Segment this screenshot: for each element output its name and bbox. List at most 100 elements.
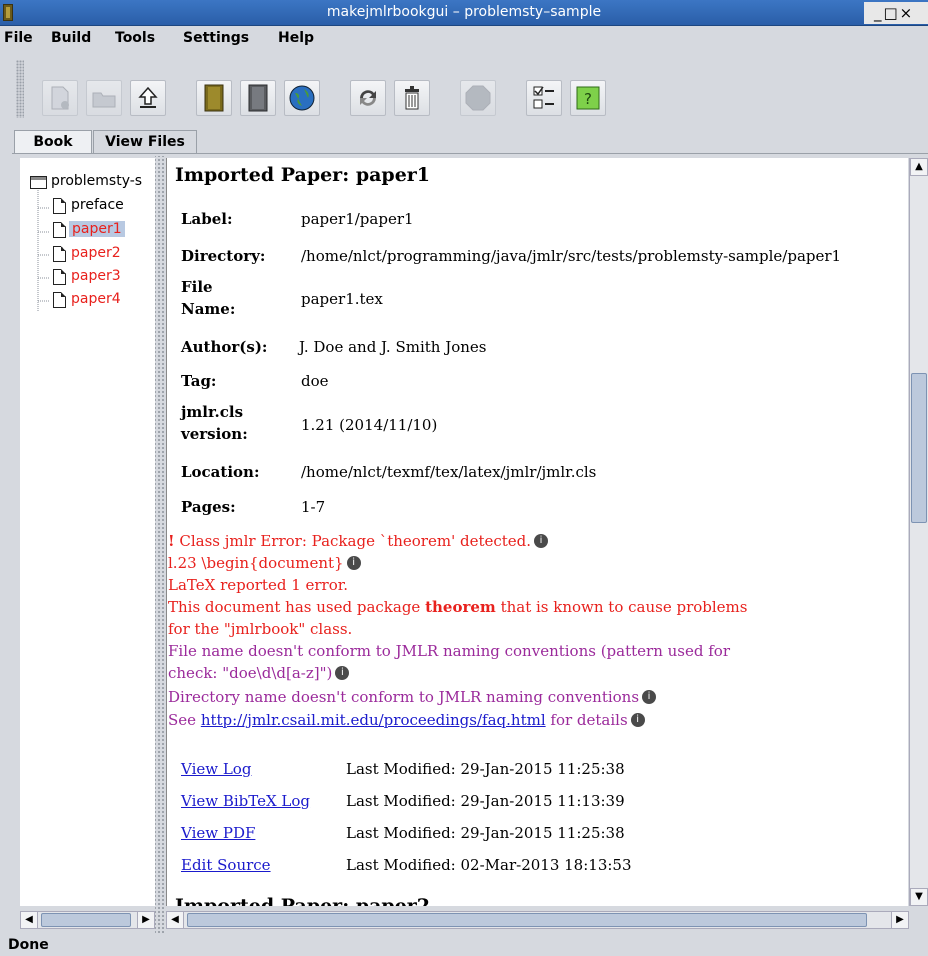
- title-bar: makejmlrbookgui – problemsty–sample _□×: [0, 0, 928, 26]
- info-icon[interactable]: i: [534, 534, 549, 548]
- status-text: Done: [8, 937, 49, 953]
- window-title: makejmlrbookgui – problemsty–sample: [326, 4, 602, 20]
- help-button[interactable]: ?: [570, 80, 606, 116]
- checklist-icon: [533, 86, 554, 109]
- view-pdf-link[interactable]: View PDF: [181, 824, 255, 842]
- document-icon: [53, 222, 66, 238]
- last-modified: Last Modified: 02-Mar-2013 18:13:53: [346, 856, 632, 874]
- import-icon: [138, 86, 158, 108]
- field-value: 1.21 (2014/11/10): [301, 416, 438, 434]
- next-paper-heading: Imported Paper: paper2: [175, 895, 431, 906]
- tree-item-paper1[interactable]: paper1: [20, 220, 155, 240]
- field-name: Tag:: [181, 372, 217, 390]
- stop-icon: [465, 85, 491, 111]
- see-faq: See http://jmlr.csail.mit.edu/proceeding…: [168, 711, 645, 729]
- book-tree[interactable]: problemsty-s preface paper1 paper2 paper…: [20, 158, 155, 906]
- scroll-down-arrow-icon[interactable]: ▼: [910, 888, 928, 906]
- book-dark-icon: [248, 84, 268, 112]
- tab-book[interactable]: Book: [14, 130, 92, 154]
- delete-button[interactable]: [394, 80, 430, 116]
- view-log-link[interactable]: View Log: [181, 760, 251, 778]
- field-value: J. Doe and J. Smith Jones: [299, 338, 487, 356]
- error-count: LaTeX reported 1 error.: [168, 576, 349, 594]
- tree-item-paper3[interactable]: paper3: [20, 267, 155, 287]
- tab-view-files[interactable]: View Files: [93, 130, 197, 154]
- tree-item-paper4[interactable]: paper4: [20, 290, 155, 310]
- scrollbar-thumb[interactable]: [41, 913, 131, 927]
- scrollbar-thumb[interactable]: [187, 913, 867, 927]
- link-row-view-pdf: View PDF Last Modified: 29-Jan-2015 11:2…: [181, 824, 625, 842]
- faq-link[interactable]: http://jmlr.csail.mit.edu/proceedings/fa…: [201, 711, 546, 729]
- menu-file[interactable]: File: [4, 30, 33, 46]
- problem-message: This document has used package theorem t…: [168, 598, 747, 616]
- scrollbar-thumb[interactable]: [911, 373, 927, 523]
- window-controls[interactable]: _□×: [864, 2, 928, 24]
- field-name: Name:: [181, 300, 236, 318]
- problem-package: theorem: [425, 598, 496, 616]
- menu-help[interactable]: Help: [278, 30, 314, 46]
- document-icon: [53, 269, 66, 285]
- see-text: for details: [545, 711, 628, 729]
- checklist-button[interactable]: [526, 80, 562, 116]
- import-button[interactable]: [130, 80, 166, 116]
- scroll-right-arrow-icon[interactable]: ▶: [891, 912, 908, 928]
- info-icon[interactable]: i: [642, 690, 657, 704]
- folder-icon: [30, 176, 47, 189]
- last-modified: Last Modified: 29-Jan-2015 11:25:38: [346, 760, 625, 778]
- globe-button[interactable]: [284, 80, 320, 116]
- last-modified: Last Modified: 29-Jan-2015 11:25:38: [346, 824, 625, 842]
- last-modified: Last Modified: 29-Jan-2015 11:13:39: [346, 792, 625, 810]
- warning-filename: File name doesn't conform to JMLR naming…: [168, 642, 730, 660]
- content-vertical-scrollbar[interactable]: ▲ ▼: [909, 158, 928, 906]
- menu-settings[interactable]: Settings: [183, 30, 249, 46]
- paper-details-pane: Imported Paper: paper1 Label: paper1/pap…: [166, 158, 908, 906]
- info-icon[interactable]: i: [630, 713, 645, 727]
- warning-filename-line2: check: "doe\d\d[a-z]") i: [168, 664, 350, 682]
- tree-root-label: problemsty-s: [51, 173, 143, 189]
- open-folder-icon: [92, 92, 116, 108]
- field-value: 1-7: [301, 498, 326, 516]
- scroll-right-arrow-icon[interactable]: ▶: [137, 912, 154, 928]
- open-button[interactable]: [86, 80, 122, 116]
- problem-text: that is known to cause problems: [495, 598, 748, 616]
- field-value: paper1/paper1: [301, 210, 414, 228]
- help-icon: ?: [576, 86, 600, 110]
- edit-source-link[interactable]: Edit Source: [181, 856, 271, 874]
- tree-item-label: paper1: [69, 221, 125, 237]
- menu-bar: File Build Tools Settings Help: [0, 26, 928, 50]
- info-icon[interactable]: i: [346, 556, 361, 570]
- view-bibtex-log-link[interactable]: View BibTeX Log: [181, 792, 310, 810]
- tree-item-preface[interactable]: preface: [20, 196, 155, 216]
- menu-tools[interactable]: Tools: [115, 30, 155, 46]
- field-value: /home/nlct/programming/java/jmlr/src/tes…: [301, 247, 842, 265]
- tree-root[interactable]: problemsty-s: [20, 172, 155, 192]
- link-row-edit-source: Edit Source Last Modified: 02-Mar-2013 1…: [181, 856, 632, 874]
- field-name: File: [181, 278, 213, 296]
- scroll-left-arrow-icon[interactable]: ◀: [21, 912, 38, 928]
- content-horizontal-scrollbar[interactable]: ◀ ▶: [166, 911, 909, 929]
- tree-item-label: paper3: [71, 268, 121, 284]
- book-dark-button[interactable]: [240, 80, 276, 116]
- status-bar: Done: [0, 934, 928, 956]
- book-button[interactable]: [196, 80, 232, 116]
- paper-heading: Imported Paper: paper1: [175, 164, 431, 186]
- document-icon: [53, 246, 66, 262]
- new-button[interactable]: [42, 80, 78, 116]
- field-value: doe: [301, 372, 329, 390]
- see-text: See: [168, 711, 201, 729]
- scroll-up-arrow-icon[interactable]: ▲: [910, 158, 928, 176]
- refresh-icon: [360, 90, 376, 106]
- error-prefix: !: [168, 532, 175, 550]
- problem-text: This document has used package: [168, 598, 426, 616]
- info-icon[interactable]: i: [335, 666, 350, 680]
- tree-item-paper2[interactable]: paper2: [20, 244, 155, 264]
- split-pane-divider[interactable]: [155, 156, 165, 934]
- field-value: paper1.tex: [301, 290, 383, 308]
- scroll-left-arrow-icon[interactable]: ◀: [167, 912, 184, 928]
- tree-horizontal-scrollbar[interactable]: ◀ ▶: [20, 911, 155, 929]
- stop-button[interactable]: [460, 80, 496, 116]
- field-name: Location:: [181, 463, 260, 481]
- refresh-button[interactable]: [350, 80, 386, 116]
- menu-build[interactable]: Build: [51, 30, 91, 46]
- toolbar-grip[interactable]: [16, 60, 24, 118]
